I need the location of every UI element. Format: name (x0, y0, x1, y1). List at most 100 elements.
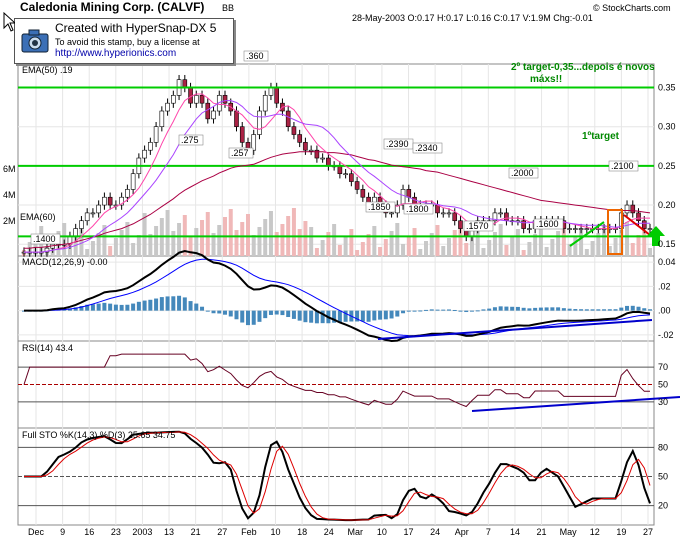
macd-histogram-bar (257, 310, 262, 322)
candle-body (153, 126, 159, 143)
macd-histogram-bar (274, 310, 279, 315)
candle-body (349, 173, 354, 182)
macd-histogram-bar (286, 310, 291, 318)
price-annotation: .2100 (611, 161, 634, 171)
volume-bar (257, 227, 262, 256)
price-tick-label: 0.25 (658, 161, 676, 171)
volume-bar (297, 229, 302, 256)
macd-histogram-bar (136, 301, 141, 311)
macd-tick-label: .02 (658, 281, 671, 291)
volume-bar (538, 226, 543, 256)
candle-body (303, 142, 308, 151)
price-tick-label: 0.15 (658, 239, 676, 249)
macd-histogram-bar (171, 296, 176, 311)
macd-histogram-bar (567, 308, 572, 311)
candle-body (211, 110, 216, 120)
macd-histogram-bar (309, 310, 314, 323)
candle-body (199, 95, 205, 104)
volume-bar (62, 223, 67, 256)
rsi-tick-label: 70 (658, 362, 668, 372)
macd-histogram-bar (205, 310, 210, 312)
macd-histogram-bar (268, 310, 273, 315)
volume-bar (395, 223, 400, 256)
volume-bar (217, 225, 222, 256)
volume-bar (194, 228, 199, 256)
candle-body (521, 220, 526, 229)
rsi-trend-line (471, 396, 680, 412)
price-tick-label: 0.30 (658, 122, 676, 132)
macd-histogram-bar (469, 310, 474, 312)
macd-histogram-bar (487, 308, 492, 311)
volume-bar (240, 222, 245, 256)
candle-body (234, 110, 239, 127)
macd-histogram-bar (464, 310, 469, 313)
macd-histogram-bar (383, 310, 388, 320)
volume-bar (504, 245, 509, 256)
macd-histogram-bar (142, 300, 147, 311)
volume-bars (22, 208, 652, 256)
macd-histogram-bar (492, 307, 497, 311)
candle-body (498, 212, 503, 215)
candle-body (297, 134, 302, 143)
candle-body (291, 126, 297, 135)
candle-body (326, 157, 331, 167)
x-tick-label: 23 (111, 527, 121, 537)
volume-bar (481, 248, 486, 256)
macd-histogram-bar (177, 295, 182, 311)
candle-body (182, 79, 188, 88)
candle-body (343, 173, 348, 176)
indicator-lines: .360 .275 .257 .2390 .2340 .2000 .2100 .1850 .18… (18, 50, 680, 522)
macd-histogram-bar (245, 310, 250, 326)
price-annotation: .360 (246, 51, 264, 61)
macd-histogram-bar (590, 309, 595, 311)
price-annotation: .275 (181, 135, 199, 145)
camera-icon (21, 29, 49, 53)
gridlines (18, 64, 654, 525)
volume-bar (452, 230, 457, 256)
candle-body (285, 110, 291, 127)
candle-body (527, 228, 532, 230)
macd-histogram-bar (401, 310, 406, 314)
macd-histogram-bar (159, 297, 164, 311)
macd-histogram-bar (556, 307, 561, 311)
volume-bar (446, 238, 451, 256)
x-tick-label: 10 (377, 527, 387, 537)
macd-histogram-bar (194, 303, 199, 311)
candle-body (257, 110, 262, 135)
macd-histogram-bar (602, 309, 607, 311)
macd-histogram-bar (429, 309, 434, 311)
volume-bar (378, 247, 383, 256)
macd-histogram-bar (395, 310, 400, 317)
macd-histogram-bar (504, 306, 509, 311)
macd-histogram-bar (217, 310, 222, 314)
ema50-label: EMA(50) .19 (22, 65, 73, 75)
macd-histogram-bar (263, 310, 268, 319)
volume-bar (343, 237, 348, 256)
candle-body (159, 110, 165, 127)
candle-body (188, 87, 193, 104)
stoch-label: Full STO %K(14,3) %D(3) 25.65 34.75 (22, 430, 175, 440)
stamp-line1: Created with HyperSnap-DX 5 (55, 21, 217, 35)
candle-body (274, 87, 279, 104)
candle-body (239, 126, 245, 143)
volume-bar (630, 243, 635, 256)
price-annotation: .257 (231, 148, 249, 158)
x-tick-label: 24 (430, 527, 440, 537)
stamp-line2: To avoid this stamp, buy a license at (55, 37, 200, 47)
x-tick-label: 12 (590, 527, 600, 537)
macd-histogram-bar (291, 310, 296, 319)
volume-bar (636, 235, 641, 256)
volume-bar (108, 246, 113, 256)
quote-line: 28-May-2003 O:0.17 H:0.17 L:0.16 C:0.17 … (352, 13, 593, 23)
volume-bar (314, 248, 319, 256)
volume-bar (154, 226, 159, 256)
stoch-tick-label: 80 (658, 442, 668, 452)
volume-bar (349, 229, 354, 256)
volume-bar (85, 249, 90, 256)
volume-bar (527, 242, 532, 256)
volume-bar (200, 220, 205, 256)
stamp-line3[interactable]: http://www.hyperionics.com (55, 48, 176, 59)
macd-histogram-bar (418, 310, 423, 312)
volume-bar (544, 247, 549, 256)
candle-body (406, 189, 412, 198)
